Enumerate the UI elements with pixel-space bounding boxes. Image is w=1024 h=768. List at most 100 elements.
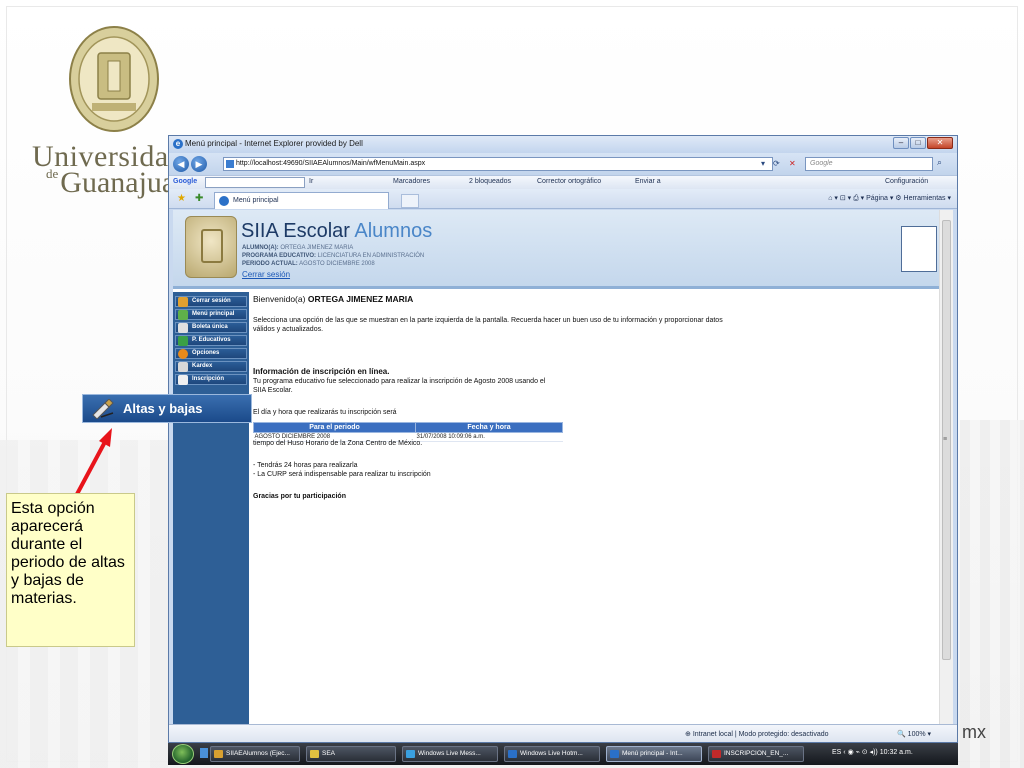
- internet-explorer-icon: e: [173, 139, 183, 149]
- quicklaunch-icon[interactable]: [200, 748, 208, 758]
- sidebar-item-logout[interactable]: Cerrar sesión: [175, 296, 247, 307]
- minimize-button[interactable]: –: [893, 137, 909, 149]
- key-icon: [178, 297, 188, 307]
- section-line-2: SIIA Escolar.: [253, 387, 293, 394]
- university-de: de: [46, 166, 59, 181]
- bookmarks-button[interactable]: Marcadores: [393, 178, 430, 185]
- sidebar-item-programs[interactable]: P. Educativos: [175, 335, 247, 346]
- section-title: Información de inscripción en línea.: [253, 367, 390, 376]
- close-button[interactable]: ✕: [927, 137, 953, 149]
- ie-icon: [508, 750, 517, 758]
- vertical-scrollbar[interactable]: ≡: [939, 210, 953, 724]
- thanks-message: Gracias por tu participación: [253, 493, 346, 500]
- system-tray: ES ‹ ◉ ⌁ ⊙ ◂)) 10:32 a.m.: [832, 749, 913, 756]
- popup-blocker-button[interactable]: 2 bloqueados: [469, 178, 511, 185]
- messenger-icon: [406, 750, 415, 758]
- enrollment-icon: [178, 375, 188, 385]
- siia-header: SIIA Escolar Alumnos ALUMNO(A): ORTEGA J…: [173, 210, 939, 289]
- welcome-message: Bienvenido(a) ORTEGA JIMENEZ MARIA: [253, 294, 414, 304]
- address-bar: ◀ ▶ http://localhost:49690/SIIAEAlumnos/…: [169, 153, 957, 175]
- sidebar-item-kardex[interactable]: Kardex: [175, 361, 247, 372]
- sidebar: Cerrar sesión Menú principal Boleta únic…: [173, 292, 249, 724]
- window-title: Menú principal - Internet Explorer provi…: [185, 139, 363, 148]
- google-toolbar-logo: Google: [173, 178, 198, 185]
- page-menu[interactable]: Página: [866, 195, 888, 202]
- taskbar-item-inscripcion[interactable]: INSCRIPCION_EN_...: [708, 746, 804, 762]
- period-info: PERIODO ACTUAL: AGOSTO DICIEMBRE 2008: [242, 261, 375, 267]
- intro-line-2: válidos y actualizados.: [253, 326, 324, 333]
- sidebar-item-main-menu[interactable]: Menú principal: [175, 309, 247, 320]
- sidebar-item-report-card[interactable]: Boleta única: [175, 322, 247, 333]
- menu-icon: [178, 310, 188, 320]
- url-dropdown-icon[interactable]: ▾: [761, 157, 765, 171]
- status-bar: ⊕ Intranet local | Modo protegido: desac…: [169, 724, 957, 742]
- window-titlebar[interactable]: e Menú principal - Internet Explorer pro…: [169, 136, 957, 153]
- forward-button[interactable]: ▶: [191, 156, 207, 172]
- table-intro: El día y hora que realizarás tu inscripc…: [253, 409, 397, 416]
- pdf-icon: [712, 750, 721, 758]
- app-icon: [214, 750, 223, 758]
- table-header-period: Para el periodo: [252, 422, 417, 433]
- app-title: SIIA Escolar Alumnos: [241, 220, 433, 242]
- report-icon: [178, 323, 188, 333]
- search-input[interactable]: Google: [805, 157, 933, 171]
- kardex-icon: [178, 362, 188, 372]
- tools-menu[interactable]: Herramientas: [904, 195, 946, 202]
- siia-logo-icon: [185, 216, 237, 278]
- altas-y-bajas-menu-item[interactable]: Altas y bajas: [82, 394, 252, 423]
- search-icon[interactable]: ⌕: [937, 157, 942, 168]
- callout-note: Esta opción aparecerá durante el periodo…: [6, 493, 135, 647]
- options-icon: [178, 349, 188, 359]
- google-toolbar-search[interactable]: [205, 177, 305, 188]
- sidebar-item-enrollment[interactable]: Inscripción: [175, 374, 247, 385]
- go-button[interactable]: Ir: [309, 178, 313, 185]
- taskbar-item-menu-principal[interactable]: Menú principal - Int...: [606, 746, 702, 762]
- send-to-button[interactable]: Enviar a: [635, 178, 661, 185]
- tab-menu-principal[interactable]: Menú principal: [214, 192, 389, 209]
- favorites-star-icon[interactable]: ★: [177, 193, 186, 204]
- tab-page-icon: [219, 196, 229, 206]
- clock[interactable]: 10:32 a.m.: [880, 749, 913, 756]
- url-text: http://localhost:49690/SIIAEAlumnos/Main…: [236, 160, 426, 167]
- taskbar-item-sea[interactable]: SEA: [306, 746, 396, 762]
- new-tab-button[interactable]: [401, 194, 419, 208]
- start-button[interactable]: [172, 744, 194, 764]
- zoom-level[interactable]: 🔍 100% ▾: [897, 730, 931, 738]
- folder-icon: [310, 750, 319, 758]
- enrollment-table: Para el periodo Fecha y hora AGOSTO DICI…: [252, 422, 563, 442]
- tab-bar: ★ ✚ Menú principal ⌂ ▾ ⊡ ▾ ⎙ ▾ Página ▾ …: [169, 189, 957, 209]
- stop-icon[interactable]: ✕: [789, 157, 796, 171]
- windows-taskbar: SIIAEAlumnos (Ejec... SEA Windows Live M…: [168, 743, 958, 765]
- logout-link[interactable]: Cerrar sesión: [242, 270, 290, 279]
- altas-y-bajas-label: Altas y bajas: [123, 401, 203, 416]
- bullet-24-hours: - Tendrás 24 horas para realizarla: [253, 462, 358, 469]
- google-toolbar: Google Ir Marcadores 2 bloqueados Correc…: [169, 175, 957, 189]
- url-input[interactable]: http://localhost:49690/SIIAEAlumnos/Main…: [223, 157, 773, 171]
- pen-paper-icon: [92, 399, 114, 419]
- table-header-datetime: Fecha y hora: [415, 422, 563, 433]
- page-icon: [226, 160, 234, 168]
- language-indicator[interactable]: ES: [832, 749, 841, 756]
- table-cell-datetime: 31/07/2008 10:09:06 a.m.: [415, 432, 563, 442]
- student-info: ALUMNO(A): ORTEGA JIMENEZ MARIA: [242, 245, 354, 251]
- refresh-icon[interactable]: ⟳: [773, 157, 780, 171]
- taskbar-item-siiae[interactable]: SIIAEAlumnos (Ejec...: [210, 746, 300, 762]
- web-page: SIIA Escolar Alumnos ALUMNO(A): ORTEGA J…: [173, 210, 939, 724]
- timezone-note: tiempo del Huso Horario de la Zona Centr…: [253, 440, 423, 447]
- taskbar-item-hotmail[interactable]: Windows Live Hotm...: [504, 746, 600, 762]
- bullet-curp: - La CURP será indispensable para realiz…: [253, 471, 431, 478]
- add-favorite-icon[interactable]: ✚: [195, 193, 203, 204]
- maximize-button[interactable]: □: [910, 137, 926, 149]
- browser-window: e Menú principal - Internet Explorer pro…: [168, 135, 958, 743]
- footer-fragment: mx: [962, 722, 986, 742]
- spellcheck-button[interactable]: Corrector ortográfico: [537, 178, 601, 185]
- section-line-1: Tu programa educativo fue seleccionado p…: [253, 378, 546, 385]
- taskbar-item-messenger[interactable]: Windows Live Mess...: [402, 746, 498, 762]
- university-seal-icon: [69, 26, 159, 132]
- intro-line-1: Selecciona una opción de las que se mues…: [253, 317, 723, 324]
- settings-button[interactable]: Configuración: [885, 178, 928, 185]
- sidebar-item-options[interactable]: Opciones: [175, 348, 247, 359]
- security-zone[interactable]: ⊕ Intranet local | Modo protegido: desac…: [685, 730, 829, 738]
- back-button[interactable]: ◀: [173, 156, 189, 172]
- program-info: PROGRAMA EDUCATIVO: LICENCIATURA EN ADMI…: [242, 253, 425, 259]
